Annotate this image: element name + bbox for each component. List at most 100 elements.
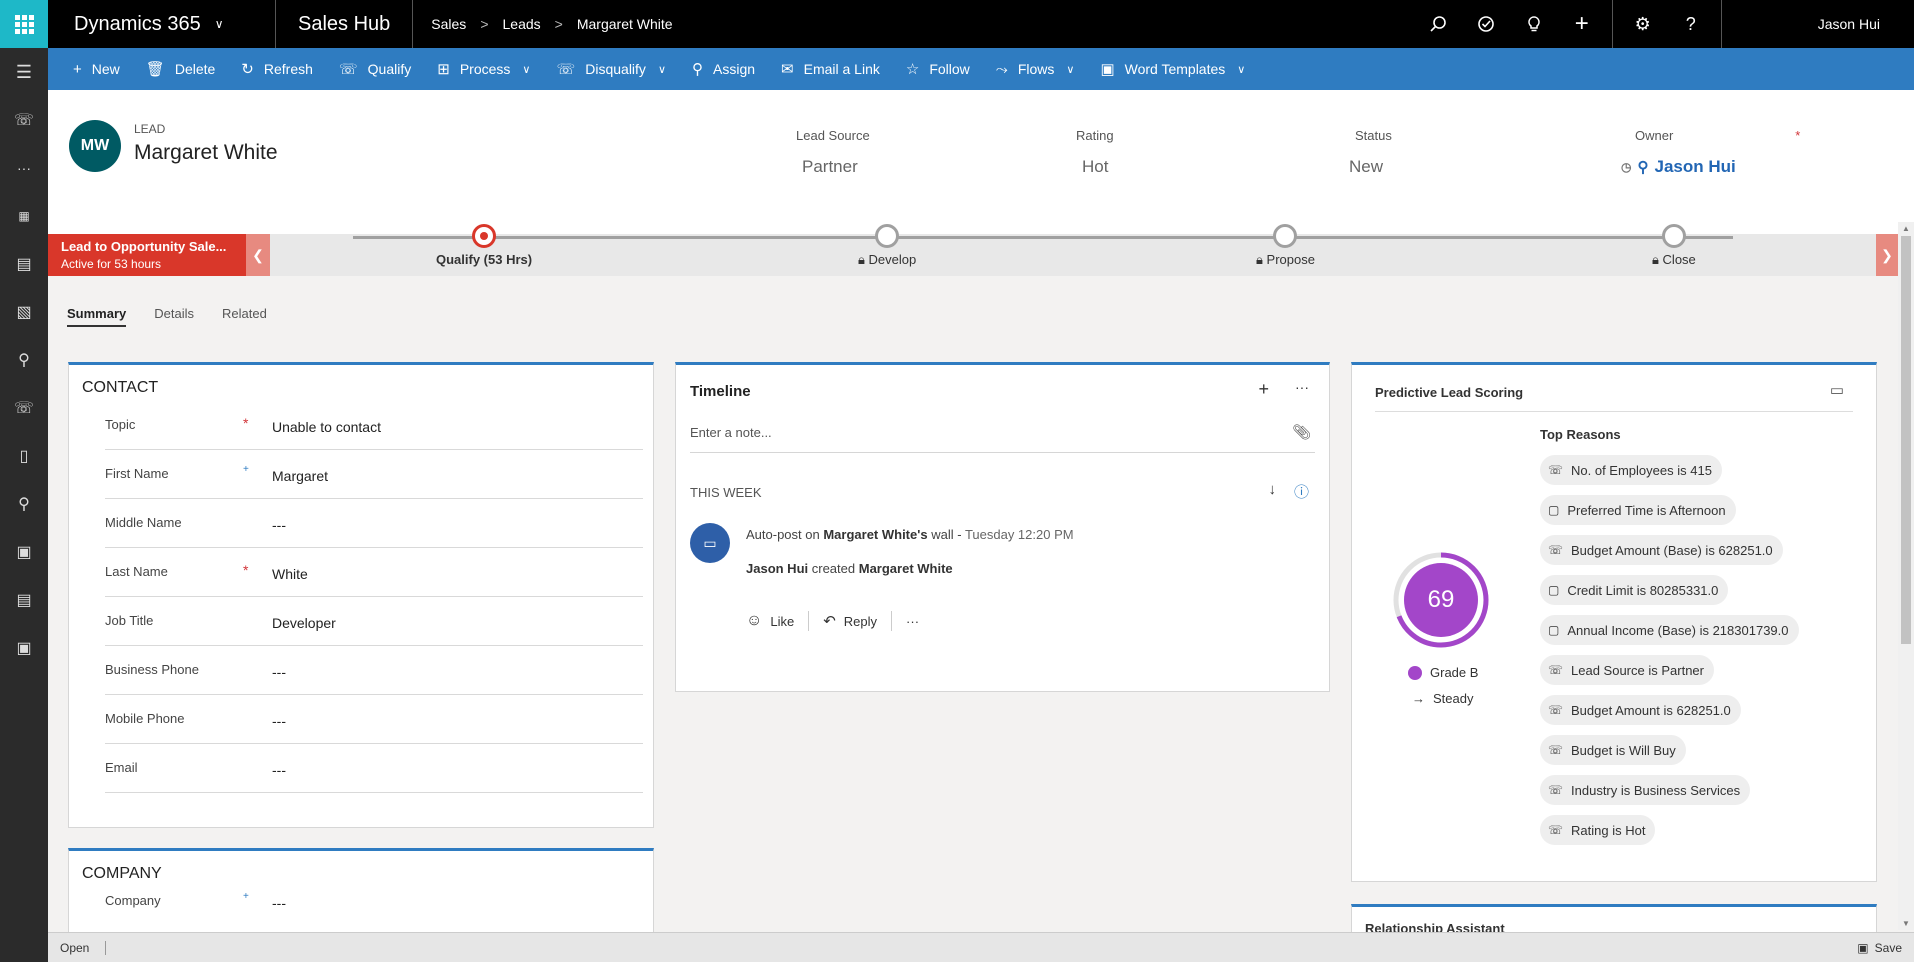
save-button[interactable]: ▣ Save [1857, 941, 1902, 955]
orders-icon[interactable]: ▤ [0, 576, 48, 624]
gear-icon[interactable]: ⚙ [1619, 0, 1667, 48]
more-icon[interactable]: ··· [906, 614, 933, 629]
field-row-company[interactable]: Company + --- [105, 883, 643, 923]
field-label: Owner * [1635, 128, 1801, 143]
phone-icon: ☏ [1548, 703, 1564, 717]
phone-icon[interactable]: ☏ [0, 96, 48, 144]
task-flow-icon[interactable] [1462, 0, 1510, 48]
required-indicator: * [243, 562, 249, 578]
cmd-follow-button[interactable]: ☆ Follow [893, 48, 983, 90]
field-row-topic[interactable]: Topic * Unable to contact [105, 401, 643, 450]
lightbulb-icon[interactable] [1510, 0, 1558, 48]
reason-chip: ☏ No. of Employees is 415 [1540, 455, 1722, 485]
owner-value[interactable]: Jason Hui [1654, 157, 1735, 177]
search-icon[interactable] [1414, 0, 1462, 48]
cmd-flows-button[interactable]: ⤳ Flows ∨ [983, 48, 1088, 90]
user-menu[interactable]: Jason Hui [1728, 16, 1914, 32]
field-row-email[interactable]: Email --- [105, 744, 643, 793]
status-bar: Open ▣ Save [48, 932, 1914, 962]
header-field-lead-source[interactable]: Lead Source Partner [796, 128, 870, 177]
field-row-mobile-phone[interactable]: Mobile Phone --- [105, 695, 643, 744]
cmd-assign-button[interactable]: ⚲ Assign [679, 48, 768, 90]
field-value[interactable]: --- [272, 895, 286, 911]
field-value[interactable]: Developer [272, 615, 336, 631]
info-icon[interactable]: ⓘ [1294, 481, 1309, 502]
header-field-owner[interactable]: Owner * ◷ ⚲ Jason Hui [1621, 128, 1801, 177]
chevron-right-icon[interactable]: ❯ [1876, 234, 1898, 276]
stage-develop[interactable]: 🔒︎ Develop [858, 224, 916, 268]
field-value[interactable]: Unable to contact [272, 419, 381, 435]
more-icon[interactable]: ··· [1295, 379, 1309, 400]
field-value[interactable]: --- [272, 664, 286, 680]
like-button[interactable]: ☺ Like [746, 612, 808, 630]
attachment-icon[interactable]: 📎︎ [1292, 423, 1311, 441]
post-target-link[interactable]: Margaret White's [823, 527, 927, 542]
stage-qualify[interactable]: Qualify (53 Hrs) [436, 224, 532, 267]
app-launcher-icon[interactable] [0, 0, 48, 48]
cmd-disqualify-button[interactable]: ☏ Disqualify ∨ [543, 48, 679, 90]
field-row-business-phone[interactable]: Business Phone --- [105, 646, 643, 695]
cmd-delete-button[interactable]: 🗑 Delete [133, 48, 229, 90]
reason-chip: ☏ Industry is Business Services [1540, 775, 1751, 805]
stage-propose[interactable]: 🔒︎ Propose [1256, 224, 1315, 268]
field-value[interactable]: --- [272, 762, 286, 778]
sort-down-icon[interactable]: ↓ [1268, 481, 1276, 502]
field-value[interactable]: --- [272, 517, 286, 533]
field-value[interactable]: Margaret [272, 468, 328, 484]
scrollbar[interactable]: ▲ ▼ [1898, 222, 1914, 930]
header-field-status[interactable]: Status New [1349, 128, 1392, 177]
week-group-label: THIS WEEK [690, 485, 762, 500]
dashboard-icon[interactable]: ▦ [0, 192, 48, 240]
reply-button[interactable]: ↶ Reply [823, 612, 891, 630]
cmd-label: Qualify [367, 61, 412, 77]
hub-name[interactable]: Sales Hub [276, 0, 414, 48]
tab-summary[interactable]: Summary [67, 306, 127, 327]
cmd-email-a-link-button[interactable]: ✉ Email a Link [768, 48, 893, 90]
breadcrumb-leads[interactable]: Leads [503, 16, 541, 32]
trend-label: → Steady [1412, 691, 1474, 706]
field-value[interactable]: White [272, 566, 308, 582]
chevron-left-icon[interactable]: ❮ [246, 234, 270, 276]
cmd-new-button[interactable]: + New [60, 48, 133, 90]
tab-details[interactable]: Details [154, 306, 194, 327]
invoices-icon[interactable]: ▣ [0, 624, 48, 672]
hamburger-menu-icon[interactable]: ☰ [0, 48, 48, 96]
app-switcher[interactable]: Dynamics 365 ∨ [48, 0, 276, 48]
plus-icon[interactable]: + [1558, 0, 1606, 48]
process-flyout[interactable]: Lead to Opportunity Sale... Active for 5… [48, 234, 246, 276]
cmd-word-templates-button[interactable]: ▣ Word Templates ∨ [1087, 48, 1258, 90]
help-icon[interactable]: ? [1667, 0, 1715, 48]
recommended-icon: + [243, 891, 249, 902]
scroll-up-icon[interactable]: ▲ [1902, 224, 1910, 233]
leads-icon[interactable]: ☏ [0, 384, 48, 432]
top-reasons-title: Top Reasons [1540, 427, 1621, 442]
post-object-link[interactable]: Margaret White [859, 561, 953, 576]
activities-icon[interactable]: ▤ [0, 240, 48, 288]
cmd-qualify-button[interactable]: ☏ Qualify [326, 48, 424, 90]
more-icon[interactable]: ··· [0, 144, 48, 192]
scrollbar-thumb[interactable] [1901, 236, 1911, 644]
post-actor-link[interactable]: Jason Hui [746, 561, 808, 576]
plus-icon[interactable]: + [1258, 379, 1269, 400]
opportunities-icon[interactable]: ▯ [0, 432, 48, 480]
cmd-process-button[interactable]: ⊞ Process ∨ [424, 48, 543, 90]
cmd-refresh-button[interactable]: ↻ Refresh [228, 48, 326, 90]
field-row-first-name[interactable]: First Name + Margaret [105, 450, 643, 499]
contacts-icon[interactable]: ⚲ [0, 336, 48, 384]
stage-close[interactable]: 🔒︎ Close [1652, 224, 1696, 268]
competitors-icon[interactable]: ⚲ [0, 480, 48, 528]
header-field-rating[interactable]: Rating Hot [1076, 128, 1114, 177]
scroll-down-icon[interactable]: ▼ [1902, 919, 1910, 928]
accounts-icon[interactable]: ▧ [0, 288, 48, 336]
breadcrumb-sales[interactable]: Sales [431, 16, 466, 32]
field-value[interactable]: --- [272, 713, 286, 729]
note-input[interactable]: Enter a note... 📎︎ [690, 411, 1315, 453]
field-row-job-title[interactable]: Job Title Developer [105, 597, 643, 646]
feedback-icon[interactable]: ▭ [1830, 381, 1844, 399]
field-row-middle-name[interactable]: Middle Name --- [105, 499, 643, 548]
owner-lookup[interactable]: ◷ ⚲ Jason Hui [1621, 157, 1800, 177]
field-row-last-name[interactable]: Last Name * White [105, 548, 643, 597]
tab-related[interactable]: Related [222, 306, 267, 327]
quotes-icon[interactable]: ▣ [0, 528, 48, 576]
field-label: Lead Source [796, 128, 870, 143]
